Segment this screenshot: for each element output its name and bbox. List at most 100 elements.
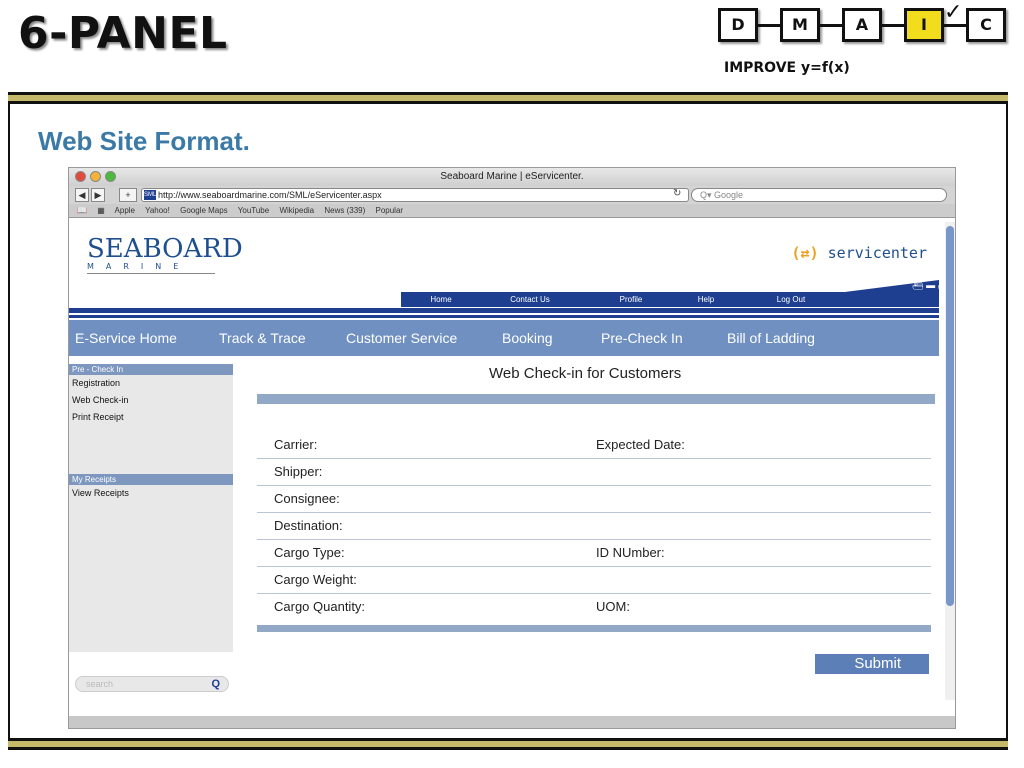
maximize-window-button[interactable]: [105, 171, 116, 182]
sidebar-item-print-receipt[interactable]: Print Receipt: [69, 409, 233, 426]
bookmark-news[interactable]: News (339): [324, 206, 365, 215]
form-row-consignee: Consignee:: [257, 486, 931, 513]
form-row-shipper: Shipper:: [257, 459, 931, 486]
site-favicon-icon: SML: [144, 190, 157, 200]
form-title: Web Check-in for Customers: [489, 365, 682, 382]
search-icon: Q▾: [700, 190, 715, 200]
grid-icon[interactable]: ▦: [97, 206, 105, 215]
bookmark-popular[interactable]: Popular: [376, 206, 404, 215]
field-label-shipper: Shipper:: [274, 464, 323, 479]
dmaic-step-c: C: [966, 8, 1006, 42]
top-nav-contact-us[interactable]: Contact Us: [481, 292, 579, 307]
form-row-cargo-quantity: Cargo Quantity: UOM:: [257, 594, 931, 621]
ships-icon: ⛴ ▬ ⛴: [912, 280, 949, 290]
browser-toolbar: ◀ ▶ + SML http://www.seaboardmarine.com/…: [69, 186, 955, 204]
web-page: SEABOARD MARINE (⇄) servicenter ⛴ ▬ ⛴ Ho…: [69, 218, 955, 728]
reload-icon[interactable]: ↻: [673, 188, 681, 199]
top-nav-help[interactable]: Help: [683, 292, 729, 307]
field-label-cargo-type: Cargo Type:: [274, 545, 345, 560]
bookmark-apple[interactable]: Apple: [115, 206, 135, 215]
dmaic-diagram: D M A I ✓ C: [718, 0, 1008, 44]
checkmark-icon: ✓: [944, 0, 963, 25]
field-label-cargo-weight: Cargo Weight:: [274, 572, 357, 587]
browser-window: Seaboard Marine | eServicenter. ◀ ▶ + SM…: [68, 167, 956, 729]
sidebar-search-input[interactable]: search Q: [75, 676, 229, 692]
frame-left: [8, 104, 10, 740]
header-stripe: [69, 308, 939, 313]
top-nav: Home Contact Us Profile Help Log Out: [401, 292, 939, 307]
main-nav-track-trace[interactable]: Track & Trace: [219, 330, 306, 346]
main-nav-bill-of-ladding[interactable]: Bill of Ladding: [727, 330, 815, 346]
slide-title: 6-PANEL: [18, 8, 228, 59]
bookmark-yahoo[interactable]: Yahoo!: [145, 206, 170, 215]
form-row-cargo-weight: Cargo Weight:: [257, 567, 931, 594]
seaboard-logo[interactable]: SEABOARD MARINE: [87, 234, 243, 278]
main-nav-e-service-home[interactable]: E-Service Home: [75, 330, 177, 346]
form-row-carrier: Carrier: Expected Date:: [257, 432, 931, 459]
logo-word: SEABOARD: [87, 234, 243, 264]
book-icon[interactable]: 📖: [77, 206, 87, 215]
browser-search-input[interactable]: Q▾ Google: [691, 188, 947, 202]
sidebar-item-registration[interactable]: Registration: [69, 375, 233, 392]
window-title: Seaboard Marine | eServicenter.: [440, 171, 584, 182]
field-label-consignee: Consignee:: [274, 491, 340, 506]
minimize-window-button[interactable]: [90, 171, 101, 182]
sidebar-item-view-receipts[interactable]: View Receipts: [69, 485, 233, 502]
submit-button[interactable]: Submit: [815, 654, 929, 674]
close-window-button[interactable]: [75, 171, 86, 182]
field-label-destination: Destination:: [274, 518, 343, 533]
servicenter-text: servicenter: [827, 244, 927, 262]
section-heading: Web Site Format.: [38, 126, 250, 156]
form-row-cargo-type: Cargo Type: ID NUmber:: [257, 540, 931, 567]
scrollbar-thumb[interactable]: [946, 226, 954, 606]
sidebar-item-web-check-in[interactable]: Web Check-in: [69, 392, 233, 409]
back-arrow-icon[interactable]: ◀: [75, 188, 89, 202]
dmaic-step-d: D: [718, 8, 758, 42]
main-nav-pre-check-in[interactable]: Pre-Check In: [601, 330, 683, 346]
top-nav-profile[interactable]: Profile: [579, 292, 683, 307]
search-icon[interactable]: Q: [211, 677, 220, 691]
main-nav: E-Service Home Track & Trace Customer Se…: [69, 320, 939, 356]
dmaic-connector: [758, 24, 780, 27]
frame-right: [1006, 104, 1008, 740]
servicenter-logo: (⇄) servicenter: [792, 244, 927, 262]
address-bar[interactable]: SML http://www.seaboardmarine.com/SML/eS…: [141, 188, 689, 202]
sidebar: Pre - Check In Registration Web Check-in…: [69, 364, 233, 652]
browser-titlebar: Seaboard Marine | eServicenter.: [69, 168, 955, 186]
field-label-uom: UOM:: [596, 599, 630, 614]
field-label-id-number: ID NUmber:: [596, 545, 665, 560]
field-label-expected-date: Expected Date:: [596, 437, 685, 452]
bookmark-google-maps[interactable]: Google Maps: [180, 206, 228, 215]
frame-bottom-bar: [8, 738, 1008, 750]
servicenter-arrows-icon: (⇄): [791, 244, 819, 262]
browser-search-placeholder: Google: [714, 190, 744, 200]
header-stripe: [69, 315, 939, 318]
bookmarks-bar: 📖 ▦ Apple Yahoo! Google Maps YouTube Wik…: [69, 204, 955, 218]
sidebar-group-pre-check-in: Pre - Check In: [69, 364, 233, 375]
forward-arrow-icon[interactable]: ▶: [91, 188, 105, 202]
bookmark-youtube[interactable]: YouTube: [238, 206, 269, 215]
main-nav-customer-service[interactable]: Customer Service: [346, 330, 457, 346]
dmaic-connector: [820, 24, 842, 27]
phase-subtitle: IMPROVE y=f(x): [724, 60, 850, 76]
field-label-cargo-quantity: Cargo Quantity:: [274, 599, 366, 614]
address-url: http://www.seaboardmarine.com/SML/eServi…: [158, 190, 382, 200]
form-row-destination: Destination:: [257, 513, 931, 540]
form-header-bar: [257, 394, 935, 404]
add-bookmark-button[interactable]: +: [119, 188, 137, 202]
dmaic-step-i: I: [904, 8, 944, 42]
frame-top-bar: [8, 92, 1008, 104]
form-footer-bar: [257, 625, 931, 632]
dmaic-step-a: A: [842, 8, 882, 42]
sidebar-search-placeholder: search: [86, 679, 114, 689]
top-nav-log-out[interactable]: Log Out: [729, 292, 853, 307]
main-nav-booking[interactable]: Booking: [502, 330, 553, 346]
bookmark-wikipedia[interactable]: Wikipedia: [279, 206, 314, 215]
logo-underline: [87, 273, 215, 274]
browser-status-bar: [69, 716, 955, 728]
top-nav-home[interactable]: Home: [401, 292, 481, 307]
slide: 6-PANEL D M A I ✓ C IMPROVE y=f(x) Web S…: [0, 0, 1024, 768]
dmaic-connector: [944, 24, 966, 27]
dmaic-step-m: M: [780, 8, 820, 42]
